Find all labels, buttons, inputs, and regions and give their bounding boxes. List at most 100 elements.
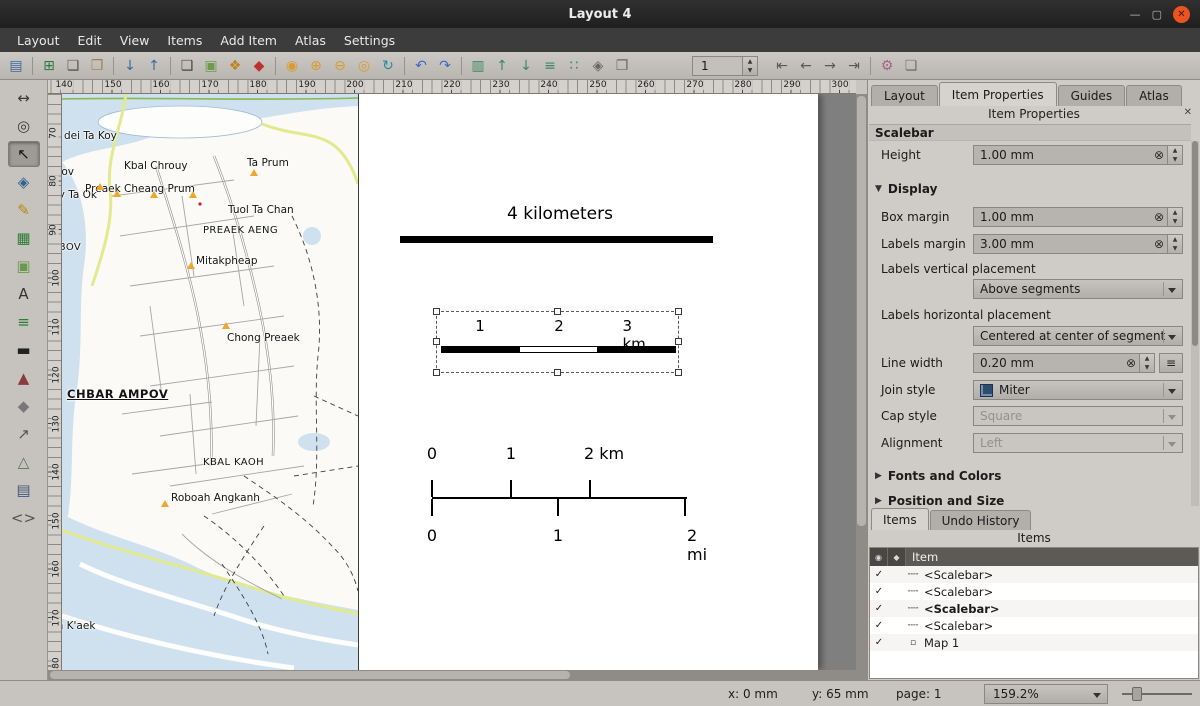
add-north-arrow-icon[interactable]: ▲ <box>8 365 40 391</box>
atlas-last-feature-icon[interactable]: ⇥ <box>842 54 866 78</box>
spinner-arrows-icon[interactable]: ▲▼ <box>1139 354 1154 372</box>
undo-icon[interactable]: ↶ <box>409 54 433 78</box>
item-visibility-checkbox[interactable]: ✓ <box>870 586 888 597</box>
add-arrow-icon[interactable]: ↗ <box>8 421 40 447</box>
spinner-arrows-icon[interactable]: ▲▼ <box>1167 235 1182 253</box>
labels-vertical-placement-select[interactable]: Above segments <box>973 279 1183 299</box>
add-node-item-icon[interactable]: △ <box>8 449 40 475</box>
add-html-icon[interactable]: <> <box>8 505 40 531</box>
scalebar-selected-item[interactable]: 123 km <box>436 311 679 373</box>
scalebar-km-mi-items[interactable]: 012 km 012 mi <box>432 444 685 556</box>
data-defined-override-button[interactable]: ≡ <box>1159 353 1183 373</box>
close-button[interactable]: ✕ <box>1173 6 1190 23</box>
join-style-select[interactable]: Miter <box>973 380 1183 400</box>
fonts-colors-section-header[interactable]: ▶ Fonts and Colors <box>875 467 1191 485</box>
canvas-horizontal-scrollbar[interactable] <box>48 670 867 680</box>
distribute-items-icon[interactable]: ∷ <box>562 54 586 78</box>
clear-value-icon[interactable]: ⊗ <box>1154 149 1164 162</box>
toolbar-separator[interactable] <box>866 54 875 78</box>
edit-nodes-tool-icon[interactable]: ✎ <box>8 197 40 223</box>
canvas-vertical-scrollbar[interactable] <box>856 94 867 670</box>
load-template-icon[interactable]: ↑ <box>142 54 166 78</box>
selection-handle[interactable] <box>675 369 682 376</box>
export-image-icon[interactable]: ▣ <box>199 54 223 78</box>
save-project-icon[interactable]: ▤ <box>4 54 28 78</box>
menu-item[interactable]: View <box>111 30 159 51</box>
move-item-content-tool-icon[interactable]: ◈ <box>8 169 40 195</box>
lower-items-icon[interactable]: ↓ <box>514 54 538 78</box>
duplicate-layout-icon[interactable]: ❏ <box>61 54 85 78</box>
new-layout-icon[interactable]: ⊞ <box>37 54 61 78</box>
visibility-column-eye-icon[interactable]: ◉ <box>870 548 888 566</box>
add-scalebar-icon[interactable]: ▬ <box>8 337 40 363</box>
properties-scrollbar[interactable] <box>1191 141 1199 506</box>
tab-guides[interactable]: Guides <box>1058 85 1126 106</box>
scrollbar-thumb[interactable] <box>50 671 570 679</box>
menu-item[interactable]: Atlas <box>286 30 335 51</box>
select-move-item-tool-icon[interactable]: ↖ <box>8 141 40 167</box>
add-map-icon[interactable]: ▦ <box>8 225 40 251</box>
toolbar-separator[interactable] <box>457 54 466 78</box>
item-visibility-checkbox[interactable]: ✓ <box>870 569 888 580</box>
redo-icon[interactable]: ↷ <box>433 54 457 78</box>
selection-handle[interactable] <box>554 369 561 376</box>
toolbar-separator[interactable] <box>271 54 280 78</box>
align-items-icon[interactable]: ≡ <box>538 54 562 78</box>
add-picture-icon[interactable]: ▣ <box>8 253 40 279</box>
export-pdf-icon[interactable]: ◆ <box>247 54 271 78</box>
toolbar-separator[interactable] <box>109 54 118 78</box>
scrollbar-thumb[interactable] <box>1192 141 1198 346</box>
zoom-full-icon[interactable]: ◉ <box>280 54 304 78</box>
zoom-actual-icon[interactable]: ◎ <box>352 54 376 78</box>
position-size-section-header[interactable]: ▶ Position and Size <box>875 492 1191 506</box>
atlas-settings-icon[interactable]: ⚙ <box>875 54 899 78</box>
scalebar-single-bar[interactable] <box>400 236 713 243</box>
item-visibility-checkbox[interactable]: ✓ <box>870 620 888 631</box>
refresh-view-icon[interactable]: ↻ <box>376 54 400 78</box>
map-item[interactable]: dei Ta Koy Kbal Chrouy Ta Prum Sbov vay … <box>62 94 359 670</box>
item-row[interactable]: ✓ ╌╌ <Scalebar> <box>870 583 1198 600</box>
add-attribute-table-icon[interactable]: ▤ <box>8 477 40 503</box>
item-visibility-checkbox[interactable]: ✓ <box>870 603 888 614</box>
zoom-out-icon[interactable]: ⊖ <box>328 54 352 78</box>
toolbar-separator[interactable] <box>400 54 409 78</box>
items-dock-tab[interactable]: Items <box>871 508 929 530</box>
spinner-arrows-icon[interactable]: ▲▼ <box>742 57 757 75</box>
tab-atlas[interactable]: Atlas <box>1126 85 1182 106</box>
page-number-spinbox[interactable]: 1 ▲▼ <box>692 56 758 76</box>
labels-horizontal-placement-select[interactable]: Centered at center of segment <box>973 326 1183 346</box>
clear-value-icon[interactable]: ⊗ <box>1154 238 1164 251</box>
export-svg-icon[interactable]: ❖ <box>223 54 247 78</box>
menu-item[interactable]: Add Item <box>211 30 286 51</box>
layout-manager-icon[interactable]: ❒ <box>85 54 109 78</box>
selection-handle[interactable] <box>433 369 440 376</box>
box-margin-input[interactable]: 1.00 mm ⊗ ▲▼ <box>973 207 1183 227</box>
menu-item[interactable]: Settings <box>335 30 404 51</box>
scrollbar-thumb[interactable] <box>857 96 866 526</box>
add-shape-icon[interactable]: ◆ <box>8 393 40 419</box>
lock-column-lock-icon[interactable]: ◆ <box>888 548 906 566</box>
selection-handle[interactable] <box>675 338 682 345</box>
layout-canvas[interactable]: dei Ta Koy Kbal Chrouy Ta Prum Sbov vay … <box>62 94 856 670</box>
tab-item-properties[interactable]: Item Properties <box>939 82 1057 106</box>
add-legend-icon[interactable]: ≡ <box>8 309 40 335</box>
display-section-header[interactable]: ▼ Display <box>875 180 1191 198</box>
zoom-slider-thumb[interactable] <box>1132 687 1142 701</box>
selection-handle[interactable] <box>433 338 440 345</box>
menu-item[interactable]: Items <box>158 30 211 51</box>
lock-items-icon[interactable]: ◈ <box>586 54 610 78</box>
atlas-previous-feature-icon[interactable]: ← <box>794 54 818 78</box>
pan-tool-icon[interactable]: ↔ <box>8 85 40 111</box>
add-label-icon[interactable]: A <box>8 281 40 307</box>
menu-item[interactable]: Edit <box>69 30 111 51</box>
atlas-preview-icon[interactable]: ▥ <box>466 54 490 78</box>
layout-page[interactable]: dei Ta Koy Kbal Chrouy Ta Prum Sbov vay … <box>62 94 818 670</box>
save-as-template-icon[interactable]: ↓ <box>118 54 142 78</box>
zoom-in-icon[interactable]: ⊕ <box>304 54 328 78</box>
line-width-input[interactable]: 0.20 mm ⊗ ▲▼ <box>973 353 1155 373</box>
scalebar-single-label[interactable]: 4 kilometers <box>507 204 613 224</box>
zoom-tool-icon[interactable]: ◎ <box>8 113 40 139</box>
item-column-header[interactable]: Item <box>906 548 1198 566</box>
selection-handle[interactable] <box>433 308 440 315</box>
group-items-icon[interactable]: ❐ <box>610 54 634 78</box>
